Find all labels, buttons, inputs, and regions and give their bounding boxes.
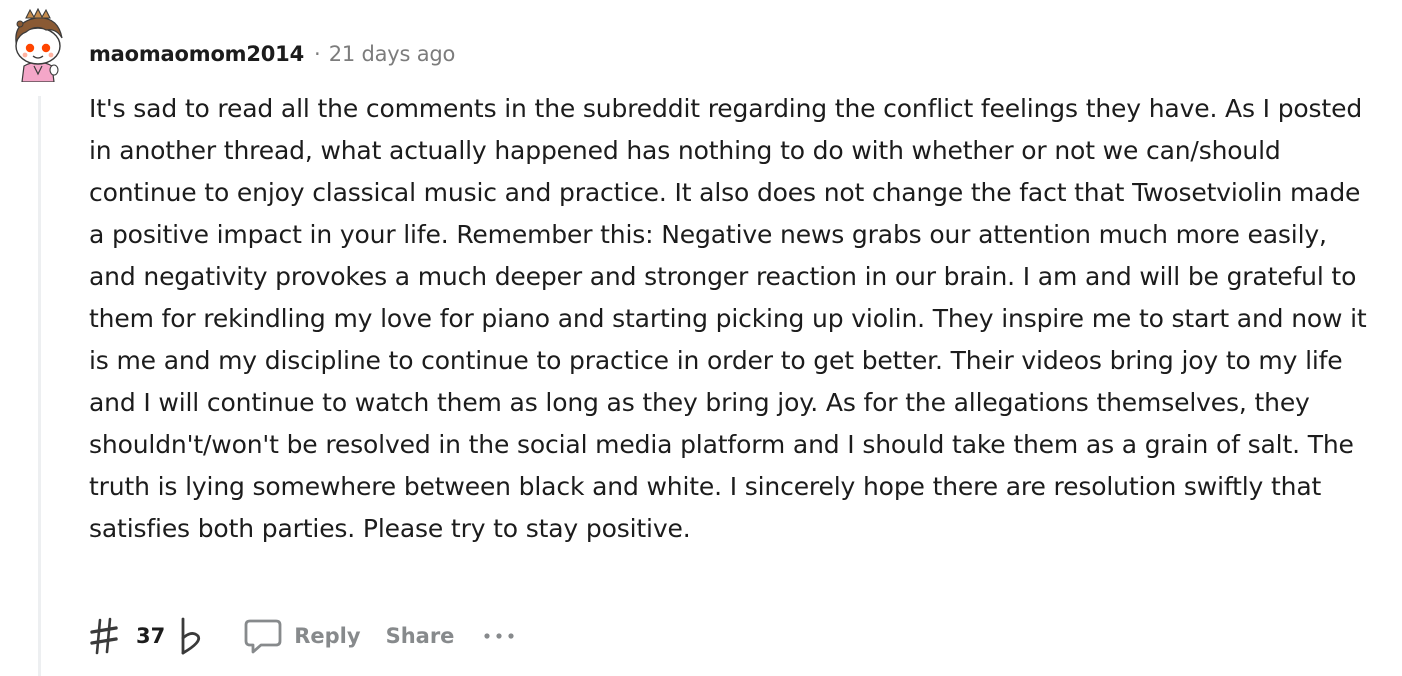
- more-options-button[interactable]: [482, 621, 516, 651]
- downvote-button[interactable]: [177, 614, 205, 658]
- meta-separator: ·: [314, 42, 321, 66]
- upvote-button[interactable]: [88, 614, 120, 658]
- reply-label: Reply: [294, 624, 361, 648]
- comment-meta: maomaomom2014 · 21 days ago: [89, 38, 455, 70]
- share-button[interactable]: Share: [386, 624, 455, 648]
- sharp-upvote-icon: [90, 617, 118, 655]
- vote-score: 37: [136, 624, 166, 648]
- speech-bubble-icon: [243, 616, 283, 656]
- comment-actions: 37 Reply Share: [88, 612, 516, 660]
- snoo-avatar-icon: [15, 7, 63, 83]
- comment-author[interactable]: maomaomom2014: [89, 42, 304, 66]
- comment-body: It's sad to read all the comments in the…: [89, 94, 1367, 543]
- user-avatar[interactable]: [6, 7, 70, 83]
- ellipsis-icon: [484, 633, 515, 639]
- thread-line[interactable]: [38, 96, 41, 676]
- reply-button[interactable]: Reply: [243, 616, 361, 656]
- comment-timestamp[interactable]: 21 days ago: [329, 42, 456, 66]
- flat-downvote-icon: [181, 617, 201, 655]
